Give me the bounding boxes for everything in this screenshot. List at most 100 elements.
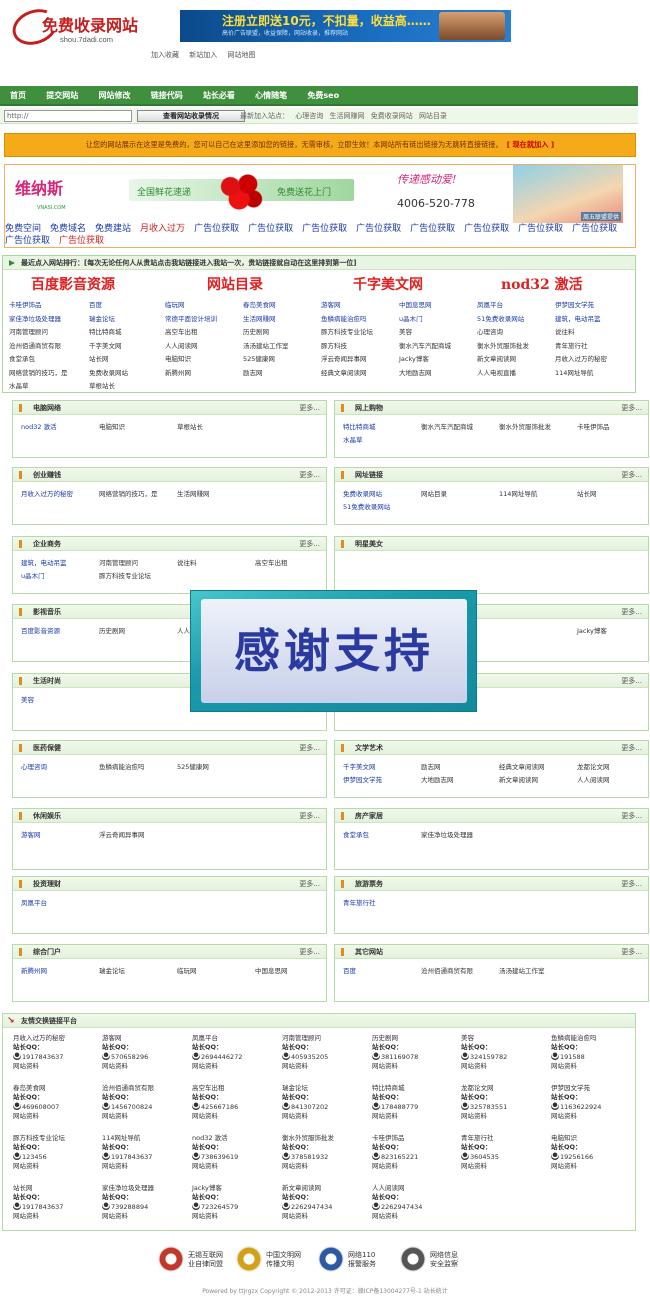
category-more-link[interactable]: 更多...	[299, 537, 320, 551]
rank-site-link[interactable]: 千字美文网	[89, 340, 122, 350]
ad-text-link[interactable]: 广告位获取	[356, 224, 401, 234]
friend-site-link[interactable]: 新文章阅读网	[282, 1184, 332, 1193]
rank-site-link[interactable]: 豚方科技专业论坛	[321, 326, 373, 336]
friend-site-link[interactable]: 青年旅行社	[461, 1134, 499, 1143]
category-site-link[interactable]: 建筑，电动吊篮	[21, 557, 67, 567]
category-more-link[interactable]: 更多...	[621, 468, 642, 482]
rank-site-link[interactable]: 建筑，电动吊篮	[555, 313, 601, 323]
rank-top-site[interactable]: 千字美文网	[353, 274, 423, 294]
friend-site-link[interactable]: 电脑知识	[551, 1134, 593, 1143]
qq-number[interactable]: 723264579	[201, 1203, 238, 1211]
site-info-link[interactable]: 网站资料	[13, 1162, 65, 1171]
category-more-link[interactable]: 更多...	[299, 809, 320, 823]
category-site-link[interactable]: 网站目录	[421, 488, 447, 498]
category-site-link[interactable]: 月收入过万的秘密	[21, 488, 73, 498]
rank-site-link[interactable]: 汤汤建站工作室	[243, 340, 289, 350]
rank-site-link[interactable]: 励志网	[243, 367, 263, 377]
category-site-link[interactable]: 生活网赚网	[177, 488, 210, 498]
site-info-link[interactable]: 网站资料	[102, 1212, 154, 1221]
ad-text-link[interactable]: 免费域名	[50, 224, 86, 234]
site-info-link[interactable]: 网站资料	[282, 1212, 332, 1221]
friend-site-link[interactable]: 河南管理顾问	[282, 1034, 328, 1043]
qq-number[interactable]: 469608007	[22, 1103, 59, 1111]
category-site-link[interactable]: 豚方科技专业论坛	[99, 570, 151, 580]
ad-text-link[interactable]: 免费空间	[5, 224, 41, 234]
category-site-link[interactable]: 人人阅读网	[577, 774, 610, 784]
rank-site-link[interactable]: 青年旅行社	[555, 340, 588, 350]
add-favorite-link[interactable]: 加入收藏	[151, 51, 179, 59]
ad-text-link[interactable]: 广告位获取	[302, 224, 347, 234]
friend-site-link[interactable]: 站长网	[13, 1184, 63, 1193]
qq-number[interactable]: 841307202	[291, 1103, 328, 1111]
site-info-link[interactable]: 网站资料	[372, 1212, 422, 1221]
category-site-link[interactable]: 经典文章阅读网	[499, 761, 545, 771]
friend-site-link[interactable]: 美容	[461, 1034, 507, 1043]
friend-site-link[interactable]: 月收入过万的秘密	[13, 1034, 65, 1043]
category-site-link[interactable]: 河南管理顾问	[99, 557, 138, 567]
category-site-link[interactable]: 大地励志网	[421, 774, 454, 784]
site-info-link[interactable]: 网站资料	[13, 1212, 63, 1221]
category-site-link[interactable]: 游客网	[21, 829, 41, 839]
check-index-button[interactable]: 查看网站收录情况	[137, 110, 245, 122]
rank-site-link[interactable]: 春岛美食网	[243, 299, 276, 309]
site-info-link[interactable]: 网站资料	[102, 1162, 152, 1171]
rank-site-link[interactable]: Jacky博客	[399, 353, 429, 363]
category-site-link[interactable]: 汤汤建站工作室	[499, 965, 545, 975]
rank-site-link[interactable]: 站长网	[89, 353, 109, 363]
site-info-link[interactable]: 网站资料	[461, 1162, 499, 1171]
category-more-link[interactable]: 更多...	[621, 877, 642, 891]
category-site-link[interactable]: 中国息思网	[255, 965, 288, 975]
site-info-link[interactable]: 网站资料	[192, 1162, 238, 1171]
category-site-link[interactable]: 食堂承包	[343, 829, 369, 839]
qq-number[interactable]: 381169078	[381, 1053, 418, 1061]
ad-text-link[interactable]: 广告位获取	[59, 236, 104, 246]
qq-number[interactable]: 570658296	[111, 1053, 148, 1061]
category-more-link[interactable]: 更多...	[621, 401, 642, 415]
url-search-input[interactable]: http://	[4, 110, 132, 122]
friend-site-link[interactable]: 凤凰平台	[192, 1034, 242, 1043]
category-site-link[interactable]: 美容	[21, 694, 34, 704]
flower-ad[interactable]: 全国鲜花速递 免费送花上门	[129, 169, 354, 219]
rank-site-link[interactable]: 衡水外贸服饰批发	[477, 340, 529, 350]
nav-essays[interactable]: 心情随笔	[245, 86, 295, 106]
rank-site-link[interactable]: 特比特商城	[89, 326, 122, 336]
category-site-link[interactable]: 百度	[343, 965, 356, 975]
category-site-link[interactable]: 青年旅行社	[343, 897, 376, 907]
rank-top-site[interactable]: 网站目录	[207, 274, 263, 294]
rank-site-link[interactable]: 历史剧网	[243, 326, 269, 336]
rank-site-link[interactable]: 伊梦园文学苑	[555, 299, 594, 309]
nav-edit-site[interactable]: 网站修改	[88, 86, 138, 106]
category-more-link[interactable]: 更多...	[621, 945, 642, 959]
friend-site-link[interactable]: 瑞金论坛	[282, 1084, 328, 1093]
category-more-link[interactable]: 更多...	[299, 468, 320, 482]
rank-site-link[interactable]: 114网址导航	[555, 367, 593, 377]
category-more-link[interactable]: 更多...	[299, 945, 320, 959]
friend-site-link[interactable]: nod32 激活	[192, 1134, 238, 1143]
qq-number[interactable]: 2262947434	[381, 1203, 422, 1211]
friend-site-link[interactable]: 人人阅读网	[372, 1184, 422, 1193]
category-site-link[interactable]: 水晶草	[343, 434, 363, 444]
category-site-link[interactable]: 网络营销的技巧，是	[99, 488, 158, 498]
rank-site-link[interactable]: 说往料	[555, 326, 575, 336]
rank-site-link[interactable]: 鱼鳞病能治愈吗	[321, 313, 367, 323]
site-info-link[interactable]: 网站资料	[372, 1112, 418, 1121]
rank-site-link[interactable]: 525健康网	[243, 353, 275, 363]
friend-site-link[interactable]: 衡水外贸服饰批发	[282, 1134, 334, 1143]
qq-number[interactable]: 738639619	[201, 1153, 238, 1161]
friend-site-link[interactable]: 高空车出租	[192, 1084, 238, 1093]
qq-number[interactable]: 405935205	[291, 1053, 328, 1061]
rank-site-link[interactable]: 中国息思网	[399, 299, 432, 309]
rank-site-link[interactable]: 月收入过万的秘密	[555, 353, 607, 363]
friend-site-link[interactable]: 家佳净垃圾处理器	[102, 1184, 154, 1193]
site-info-link[interactable]: 网站资料	[461, 1062, 507, 1071]
category-site-link[interactable]: 站长网	[577, 488, 597, 498]
site-info-link[interactable]: 网站资料	[372, 1062, 418, 1071]
category-site-link[interactable]: 说往料	[177, 557, 197, 567]
ad-text-link[interactable]: 广告位获取	[410, 224, 455, 234]
rank-top-site[interactable]: nod32 激活	[501, 274, 583, 294]
site-info-link[interactable]: 网站资料	[282, 1112, 328, 1121]
qq-number[interactable]: 823165221	[381, 1153, 418, 1161]
friend-site-link[interactable]: 伊梦园文学苑	[551, 1084, 601, 1093]
rank-site-link[interactable]: 临玩网	[165, 299, 185, 309]
category-site-link[interactable]: 新文章阅读网	[499, 774, 538, 784]
